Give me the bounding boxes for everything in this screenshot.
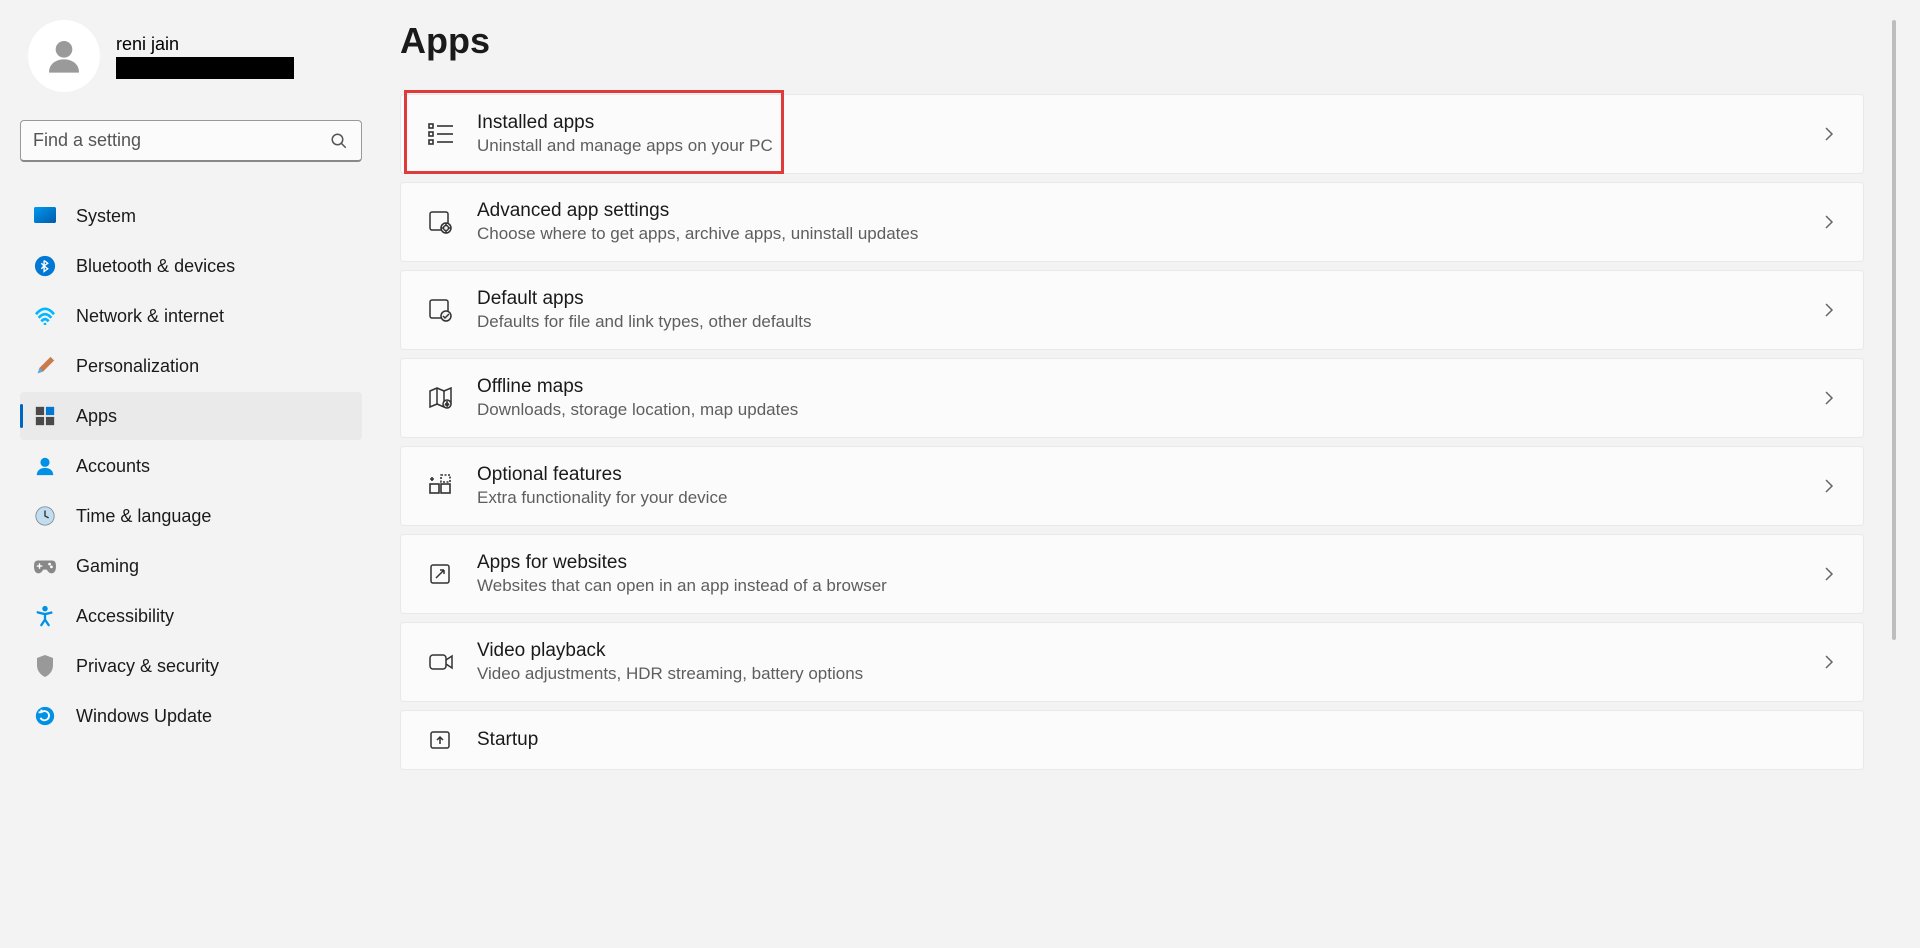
chevron-right-icon [1821,390,1837,406]
profile-info: reni jain [116,34,362,79]
sidebar-item-label: Windows Update [76,706,212,727]
sidebar-item-personalization[interactable]: Personalization [20,342,362,390]
card-optional-features[interactable]: Optional features Extra functionality fo… [400,446,1864,526]
sidebar-item-apps[interactable]: Apps [20,392,362,440]
sidebar-item-accessibility[interactable]: Accessibility [20,592,362,640]
card-subtitle: Video adjustments, HDR streaming, batter… [477,663,1821,685]
gaming-icon [34,555,56,577]
sidebar-item-label: Accessibility [76,606,174,627]
startup-icon [427,726,455,754]
chevron-right-icon [1821,126,1837,142]
card-subtitle: Downloads, storage location, map updates [477,399,1821,421]
network-icon [34,305,56,327]
accessibility-icon [34,605,56,627]
card-title: Optional features [477,463,1821,488]
card-video-playback[interactable]: Video playback Video adjustments, HDR st… [400,622,1864,702]
sidebar-item-system[interactable]: System [20,192,362,240]
search-icon [330,132,348,150]
card-body: Video playback Video adjustments, HDR st… [477,639,1821,686]
chevron-right-icon [1821,566,1837,582]
search-input[interactable] [20,120,362,162]
system-icon [34,205,56,227]
sidebar-item-label: Apps [76,406,117,427]
sidebar-item-gaming[interactable]: Gaming [20,542,362,590]
avatar-icon [44,36,84,76]
card-subtitle: Choose where to get apps, archive apps, … [477,223,1821,245]
sidebar-item-label: Time & language [76,506,211,527]
sidebar-item-bluetooth[interactable]: Bluetooth & devices [20,242,362,290]
sidebar-item-label: Network & internet [76,306,224,327]
privacy-icon [34,655,56,677]
search-wrap [20,120,362,162]
accounts-icon [34,455,56,477]
sidebar-item-label: Accounts [76,456,150,477]
bluetooth-icon [34,255,56,277]
personalization-icon [34,355,56,377]
card-body: Offline maps Downloads, storage location… [477,375,1821,422]
advanced-app-icon [427,208,455,236]
chevron-right-icon [1821,478,1837,494]
card-installed-apps[interactable]: Installed apps Uninstall and manage apps… [400,94,1864,174]
nav-list: System Bluetooth & devices Network & int… [20,192,362,740]
card-body: Optional features Extra functionality fo… [477,463,1821,510]
sidebar-item-label: Bluetooth & devices [76,256,235,277]
video-playback-icon [427,648,455,676]
apps-websites-icon [427,560,455,588]
sidebar-item-windows-update[interactable]: Windows Update [20,692,362,740]
card-subtitle: Uninstall and manage apps on your PC [477,135,1821,157]
card-body: Advanced app settings Choose where to ge… [477,199,1821,246]
sidebar-item-label: Gaming [76,556,139,577]
page-title: Apps [400,20,1864,62]
main-content: Apps Installed apps Uninstall and manage… [400,20,1900,948]
card-title: Advanced app settings [477,199,1821,224]
card-body: Startup [477,728,1837,753]
card-title: Apps for websites [477,551,1821,576]
card-default-apps[interactable]: Default apps Defaults for file and link … [400,270,1864,350]
sidebar-item-network[interactable]: Network & internet [20,292,362,340]
card-body: Installed apps Uninstall and manage apps… [477,111,1821,158]
card-title: Video playback [477,639,1821,664]
sidebar-item-time-language[interactable]: Time & language [20,492,362,540]
card-title: Installed apps [477,111,1821,136]
card-subtitle: Websites that can open in an app instead… [477,575,1821,597]
profile-section[interactable]: reni jain [20,20,362,92]
default-apps-icon [427,296,455,324]
card-body: Default apps Defaults for file and link … [477,287,1821,334]
update-icon [34,705,56,727]
sidebar-item-label: System [76,206,136,227]
installed-apps-icon [427,120,455,148]
card-startup[interactable]: Startup [400,710,1864,770]
chevron-right-icon [1821,214,1837,230]
profile-name: reni jain [116,34,362,55]
avatar [28,20,100,92]
card-apps-for-websites[interactable]: Apps for websites Websites that can open… [400,534,1864,614]
sidebar-item-label: Privacy & security [76,656,219,677]
card-title: Offline maps [477,375,1821,400]
chevron-right-icon [1821,302,1837,318]
profile-email-redacted [116,57,294,79]
sidebar-item-label: Personalization [76,356,199,377]
scrollbar[interactable] [1892,20,1896,640]
card-title: Default apps [477,287,1821,312]
time-icon [34,505,56,527]
card-body: Apps for websites Websites that can open… [477,551,1821,598]
apps-icon [34,405,56,427]
optional-features-icon [427,472,455,500]
card-offline-maps[interactable]: Offline maps Downloads, storage location… [400,358,1864,438]
chevron-right-icon [1821,654,1837,670]
card-subtitle: Defaults for file and link types, other … [477,311,1821,333]
sidebar-item-privacy[interactable]: Privacy & security [20,642,362,690]
card-advanced-app-settings[interactable]: Advanced app settings Choose where to ge… [400,182,1864,262]
card-title: Startup [477,728,1837,753]
sidebar: reni jain System Bluetooth & devices [0,0,380,948]
card-subtitle: Extra functionality for your device [477,487,1821,509]
sidebar-item-accounts[interactable]: Accounts [20,442,362,490]
offline-maps-icon [427,384,455,412]
